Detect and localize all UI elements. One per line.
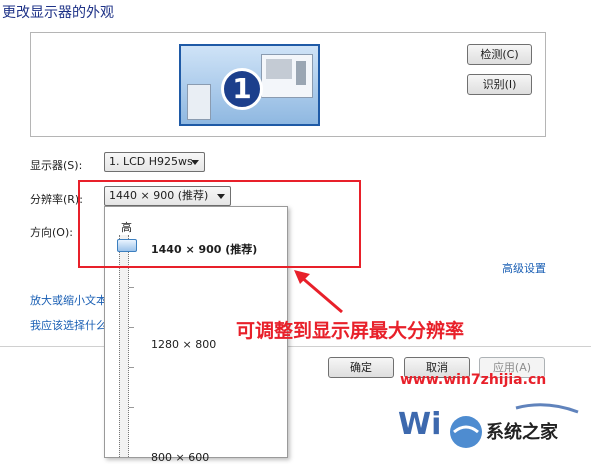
slider-tick [129, 287, 134, 288]
svg-text:Wi: Wi [398, 407, 441, 442]
chevron-down-icon [191, 160, 199, 165]
identify-button[interactable]: 识别(I) [467, 74, 532, 95]
monitor-preview-panel: 1 检测(C) 识别(I) [30, 32, 546, 137]
resolution-slider-track[interactable] [119, 235, 129, 457]
resolution-label: 分辨率(R): [30, 193, 83, 206]
resolution-option[interactable]: 800 × 600 [151, 451, 209, 464]
orientation-label: 方向(O): [30, 226, 73, 239]
display-label: 显示器(S): [30, 159, 83, 172]
annotation-highlight-box [78, 180, 361, 268]
watermark-url: www.win7zhijia.cn [400, 372, 547, 388]
slider-tick [129, 407, 134, 408]
window-title: 更改显示器的外观 [2, 5, 114, 21]
watermark-brand: 系统之家 [486, 422, 558, 443]
preview-sidebar-icon [187, 84, 211, 120]
slider-tick [129, 367, 134, 368]
advanced-settings-link[interactable]: 高级设置 [502, 260, 546, 276]
slider-tick [129, 327, 134, 328]
display-select[interactable]: 1. LCD H925ws [104, 152, 205, 172]
resolution-option[interactable]: 1280 × 800 [151, 338, 216, 351]
text-size-link[interactable]: 放大或缩小文本 [30, 292, 107, 308]
annotation-text: 可调整到显示屏最大分辨率 [236, 320, 465, 342]
ok-button[interactable]: 确定 [328, 357, 394, 378]
footer-divider [0, 346, 591, 347]
monitor-1-preview[interactable]: 1 [179, 44, 320, 126]
display-select-value: 1. LCD H925ws [109, 155, 193, 168]
monitor-number-badge: 1 [221, 68, 263, 110]
which-settings-link[interactable]: 我应该选择什么 [30, 317, 107, 333]
detect-button[interactable]: 检测(C) [467, 44, 532, 65]
preview-window-icon [261, 54, 313, 98]
annotation-arrow-icon [294, 270, 343, 314]
